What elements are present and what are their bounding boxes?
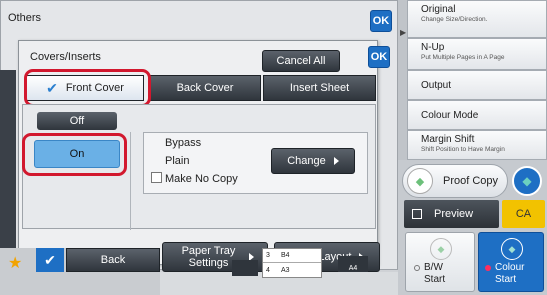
sidebar-item-title: N-Up xyxy=(421,42,445,53)
change-button[interactable]: Change xyxy=(271,148,355,174)
colour-indicator xyxy=(485,265,491,271)
preview-button[interactable]: Preview xyxy=(404,200,499,228)
proof-copy-label: Proof Copy xyxy=(443,175,499,187)
paper-type-value: Plain xyxy=(165,155,190,167)
star-icon[interactable]: ★ xyxy=(8,253,22,273)
background-sliver xyxy=(0,70,16,265)
bw-start-label: Start xyxy=(424,274,446,285)
off-button[interactable]: Off xyxy=(37,112,117,130)
make-no-copy-label: Make No Copy xyxy=(165,173,238,185)
dialog-title: Covers/Inserts xyxy=(30,51,101,63)
tray-icon xyxy=(232,260,258,276)
sidebar-item-nup[interactable]: N-Up Put Multiple Pages in A Page xyxy=(407,38,547,70)
paper-tray-settings-label: Paper Tray Settings xyxy=(181,245,236,269)
tray-row-4: 4 A3 xyxy=(263,263,321,277)
bw-indicator xyxy=(414,265,420,271)
expand-icon: ▶ xyxy=(400,28,407,37)
sidebar-item-sub: Change Size/Direction. xyxy=(421,16,488,23)
make-no-copy-checkbox[interactable] xyxy=(151,172,162,183)
proof-copy-button[interactable]: ◆ Proof Copy xyxy=(402,164,508,198)
proof-copy-icon: ◆ xyxy=(407,168,433,194)
output-tray-a4: A4 xyxy=(338,256,368,272)
others-title: Others xyxy=(8,12,42,24)
bw-label: B/W xyxy=(424,262,443,273)
tray-status: 3 B4 4 A3 xyxy=(262,248,322,278)
sidebar-item-sub: Put Multiple Pages in A Page xyxy=(421,54,505,61)
sidebar-item-colour-mode[interactable]: Colour Mode xyxy=(407,100,547,130)
tray-row-3: 3 B4 xyxy=(263,249,321,263)
preview-label: Preview xyxy=(434,208,474,220)
paper-tray-value: Bypass xyxy=(165,137,202,149)
colour-label: Colour xyxy=(495,262,525,273)
dialog-ok-button[interactable]: OK xyxy=(368,46,390,68)
tray-number: 4 xyxy=(266,266,270,274)
change-label: Change xyxy=(287,155,326,167)
tray-number: 3 xyxy=(266,252,270,259)
back-button[interactable]: Back xyxy=(66,248,160,272)
front-cover-highlight xyxy=(24,69,151,107)
tray-size: A3 xyxy=(281,266,290,274)
check-icon[interactable]: ✔ xyxy=(36,248,64,272)
preview-icon xyxy=(412,209,422,219)
colour-icon: ◆ xyxy=(522,174,532,188)
panel-divider xyxy=(130,132,131,230)
on-highlight xyxy=(22,133,127,176)
tab-back-cover[interactable]: Back Cover xyxy=(149,75,261,101)
arrow-right-icon xyxy=(333,157,339,165)
tab-insert-sheet[interactable]: Insert Sheet xyxy=(263,75,376,101)
cancel-all-button[interactable]: Cancel All xyxy=(262,50,340,72)
sidebar-item-original[interactable]: Original Change Size/Direction. xyxy=(407,0,547,38)
sidebar-item-sub: Shift Position to Have Margin xyxy=(421,146,505,153)
tray-size: B4 xyxy=(281,252,290,259)
sidebar-item-margin-shift[interactable]: Margin Shift Shift Position to Have Margi… xyxy=(407,130,547,160)
others-ok-button[interactable]: OK xyxy=(370,10,392,32)
bw-start-button[interactable]: ◆ B/W Start xyxy=(405,232,475,292)
sidebar-item-title: Original xyxy=(421,4,456,15)
colour-proof-button[interactable]: ◆ xyxy=(512,166,542,196)
sidebar-item-output[interactable]: Output xyxy=(407,70,547,100)
colour-start-icon: ◆ xyxy=(501,238,523,260)
bw-start-icon: ◆ xyxy=(430,238,452,260)
ca-button[interactable]: CA xyxy=(502,200,545,228)
colour-start-button[interactable]: ◆ Colour Start xyxy=(478,232,544,292)
sidebar-item-title: Margin Shift xyxy=(421,134,475,145)
colour-start-label: Start xyxy=(495,274,517,285)
